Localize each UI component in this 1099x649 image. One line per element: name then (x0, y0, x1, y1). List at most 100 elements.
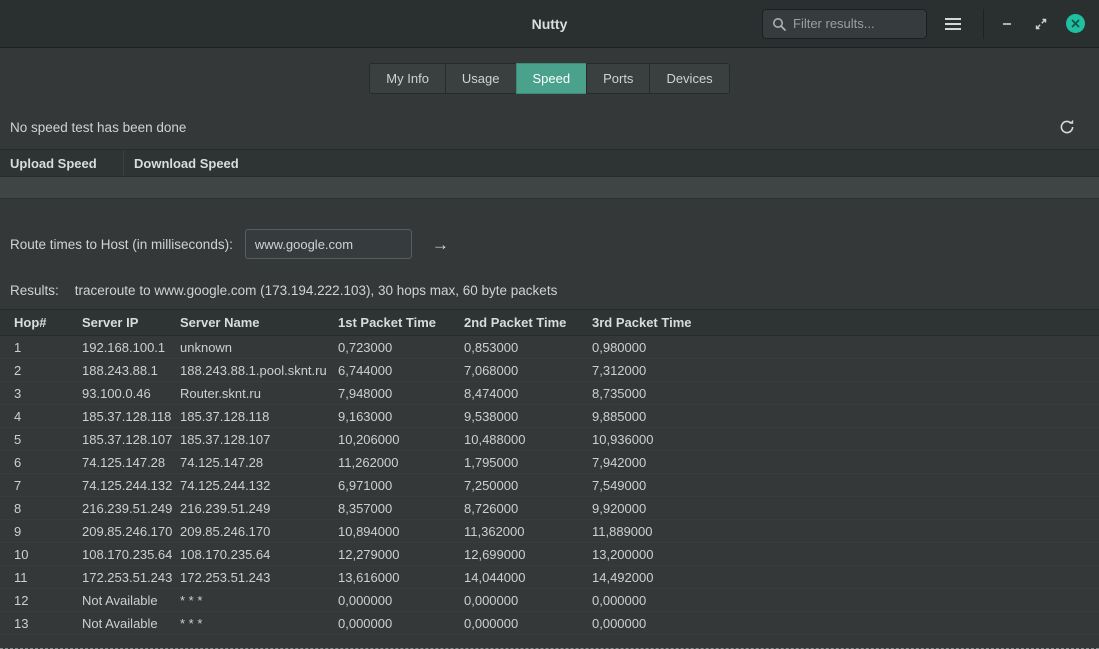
route-label: Route times to Host (in milliseconds): (10, 237, 233, 252)
table-row[interactable]: 11172.253.51.243172.253.51.24313,6160001… (0, 566, 1099, 589)
table-cell: 13,200000 (592, 547, 1099, 562)
minimize-button[interactable] (998, 15, 1016, 33)
go-button[interactable]: → (432, 236, 449, 253)
table-cell: 10,894000 (338, 524, 464, 539)
table-cell: 185.37.128.118 (180, 409, 338, 424)
table-row[interactable]: 393.100.0.46Router.sknt.ru7,9480008,4740… (0, 382, 1099, 405)
table-row[interactable]: 13Not Available* * *0,0000000,0000000,00… (0, 612, 1099, 635)
table-cell: 10,488000 (464, 432, 592, 447)
column-header-server-name[interactable]: Server Name (180, 310, 338, 335)
table-cell: 2 (14, 363, 82, 378)
speed-empty-row[interactable] (0, 177, 1099, 199)
table-cell: 216.239.51.249 (82, 501, 180, 516)
table-cell: * * * (180, 593, 338, 608)
speed-status-row: No speed test has been done (0, 107, 1099, 149)
table-row[interactable]: 774.125.244.13274.125.244.1326,9710007,2… (0, 474, 1099, 497)
table-cell: 6,744000 (338, 363, 464, 378)
table-cell: 0,000000 (464, 593, 592, 608)
table-cell: 8,735000 (592, 386, 1099, 401)
headerbar: Nutty (0, 0, 1099, 48)
table-row[interactable]: 674.125.147.2874.125.147.2811,2620001,79… (0, 451, 1099, 474)
column-header-3rd-packet[interactable]: 3rd Packet Time (592, 310, 1099, 335)
trace-table-header: Hop# Server IP Server Name 1st Packet Ti… (0, 309, 1099, 336)
column-header-hop[interactable]: Hop# (14, 310, 82, 335)
refresh-button[interactable] (1051, 115, 1083, 139)
table-row[interactable]: 12Not Available* * *0,0000000,0000000,00… (0, 589, 1099, 612)
table-cell: 192.168.100.1 (82, 340, 180, 355)
table-row[interactable]: 4185.37.128.118185.37.128.1189,1630009,5… (0, 405, 1099, 428)
column-header-1st-packet[interactable]: 1st Packet Time (338, 310, 464, 335)
table-cell: 108.170.235.64 (82, 547, 180, 562)
table-cell: 185.37.128.107 (180, 432, 338, 447)
table-cell: 209.85.246.170 (180, 524, 338, 539)
speed-status-text: No speed test has been done (10, 120, 186, 135)
close-button[interactable] (1066, 14, 1085, 33)
table-cell: 10,206000 (338, 432, 464, 447)
tab-speed[interactable]: Speed (516, 63, 588, 94)
table-cell: 74.125.244.132 (82, 478, 180, 493)
table-cell: 1 (14, 340, 82, 355)
headerbar-right (762, 9, 1091, 39)
maximize-button[interactable] (1032, 15, 1050, 33)
table-cell: unknown (180, 340, 338, 355)
table-cell: 11,362000 (464, 524, 592, 539)
table-cell: 185.37.128.107 (82, 432, 180, 447)
column-header-2nd-packet[interactable]: 2nd Packet Time (464, 310, 592, 335)
tab-bar: My Info Usage Speed Ports Devices (0, 48, 1099, 107)
table-row[interactable]: 9209.85.246.170209.85.246.17010,89400011… (0, 520, 1099, 543)
tab-usage[interactable]: Usage (445, 63, 517, 94)
column-header-upload-speed[interactable]: Upload Speed (0, 156, 123, 171)
table-cell: Not Available (82, 593, 180, 608)
tab-devices[interactable]: Devices (649, 63, 729, 94)
table-cell: 10,936000 (592, 432, 1099, 447)
table-cell: * * * (180, 616, 338, 631)
column-header-download-speed[interactable]: Download Speed (123, 150, 239, 176)
table-cell: 0,000000 (338, 593, 464, 608)
window-title: Nutty (532, 16, 568, 32)
table-cell: 9,538000 (464, 409, 592, 424)
table-cell: 11,262000 (338, 455, 464, 470)
window-controls (998, 14, 1091, 33)
hamburger-icon (945, 18, 961, 30)
table-cell: 172.253.51.243 (82, 570, 180, 585)
table-cell: 0,853000 (464, 340, 592, 355)
headerbar-separator (983, 9, 984, 39)
speed-table: Upload Speed Download Speed (0, 149, 1099, 199)
table-cell: 0,000000 (592, 616, 1099, 631)
table-cell: 9 (14, 524, 82, 539)
table-cell: 14,044000 (464, 570, 592, 585)
search-input[interactable] (793, 16, 917, 31)
host-input[interactable] (245, 229, 412, 259)
table-cell: 1,795000 (464, 455, 592, 470)
table-row[interactable]: 8216.239.51.249216.239.51.2498,3570008,7… (0, 497, 1099, 520)
table-cell: 74.125.147.28 (82, 455, 180, 470)
table-row[interactable]: 1192.168.100.1unknown0,7230000,8530000,9… (0, 336, 1099, 359)
table-cell: 0,980000 (592, 340, 1099, 355)
table-cell: 11,889000 (592, 524, 1099, 539)
column-header-server-ip[interactable]: Server IP (82, 310, 180, 335)
table-cell: 8,357000 (338, 501, 464, 516)
table-cell: 12,699000 (464, 547, 592, 562)
table-row[interactable]: 2188.243.88.1188.243.88.1.pool.sknt.ru6,… (0, 359, 1099, 382)
table-cell: 13,616000 (338, 570, 464, 585)
filter-search-field[interactable] (762, 9, 927, 39)
table-cell: 185.37.128.118 (82, 409, 180, 424)
right-arrow-icon: → (432, 235, 449, 254)
menu-button[interactable] (937, 14, 969, 34)
table-cell: 12 (14, 593, 82, 608)
table-cell: 3 (14, 386, 82, 401)
tab-my-info[interactable]: My Info (369, 63, 446, 94)
tab-ports[interactable]: Ports (586, 63, 650, 94)
table-row[interactable]: 10108.170.235.64108.170.235.6412,2790001… (0, 543, 1099, 566)
table-cell: 6,971000 (338, 478, 464, 493)
table-cell: 10 (14, 547, 82, 562)
table-cell: 9,163000 (338, 409, 464, 424)
table-cell: 188.243.88.1 (82, 363, 180, 378)
table-cell: 172.253.51.243 (180, 570, 338, 585)
table-row[interactable]: 5185.37.128.107185.37.128.10710,20600010… (0, 428, 1099, 451)
table-cell: 9,920000 (592, 501, 1099, 516)
table-cell: 7 (14, 478, 82, 493)
table-cell: 0,000000 (464, 616, 592, 631)
table-cell: 74.125.244.132 (180, 478, 338, 493)
table-cell: 209.85.246.170 (82, 524, 180, 539)
